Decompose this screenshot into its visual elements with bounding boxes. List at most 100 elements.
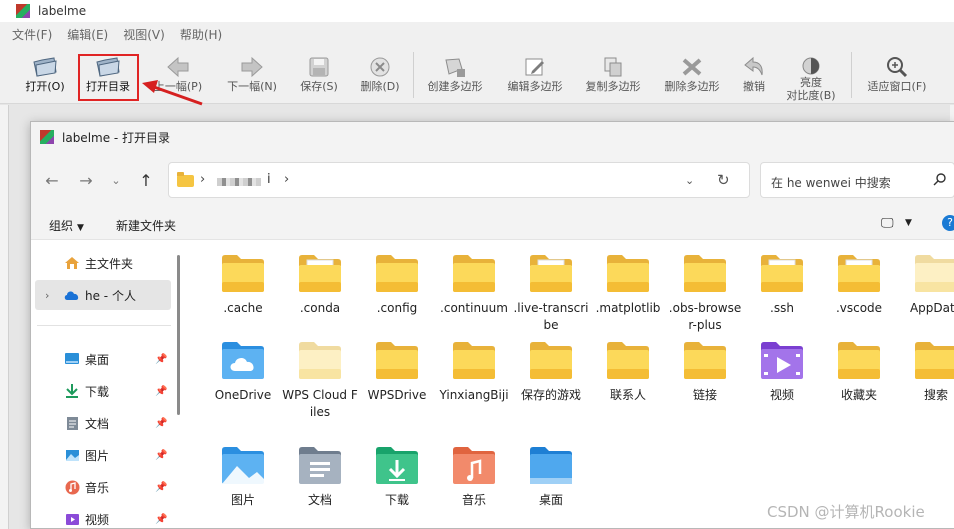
organize-menu[interactable]: 组织 ▼ — [49, 217, 84, 234]
brightness-label-line1: 亮度 — [800, 76, 822, 89]
command-bar: 组织 ▼ 新建文件夹 🖵 ▼ ? — [31, 208, 954, 240]
sidebar-item-desktop[interactable]: 桌面 📌 — [35, 344, 171, 374]
file-name: .cache — [223, 301, 263, 315]
breadcrumb-current[interactable]: i — [267, 172, 271, 187]
pin-icon[interactable]: 📌 — [155, 482, 167, 493]
folder-icon — [219, 254, 267, 294]
file-item[interactable]: .obs-browser-plus — [667, 254, 743, 334]
file-item[interactable]: .live-transcribe — [513, 254, 589, 334]
copy-icon — [599, 54, 627, 80]
forward-arrow-icon[interactable]: → — [75, 170, 97, 190]
fit-window-button[interactable]: 适应窗口(F) — [862, 48, 932, 102]
folder-icon — [681, 254, 729, 294]
fit-window-label: 适应窗口(F) — [867, 80, 927, 93]
edit-polygon-button[interactable]: 编辑多边形 — [502, 48, 568, 102]
breadcrumb-chevron-icon[interactable]: › — [284, 172, 289, 187]
sidebar-item-music[interactable]: 音乐 📌 — [35, 472, 171, 502]
file-item[interactable]: 搜索 — [898, 341, 954, 404]
sidebar-scrollbar[interactable] — [177, 255, 180, 415]
sidebar-item-downloads[interactable]: 下载 📌 — [35, 376, 171, 406]
back-arrow-icon[interactable]: ← — [41, 170, 63, 190]
pin-icon[interactable]: 📌 — [155, 450, 167, 461]
sidebar-item-label: 桌面 — [85, 352, 110, 367]
menu-view[interactable]: 视图(V) — [123, 26, 165, 43]
file-item[interactable]: 视频 — [744, 341, 820, 404]
menu-file[interactable]: 文件(F) — [12, 26, 52, 43]
open-label: 打开(O) — [25, 80, 65, 93]
file-item[interactable]: AppData — [898, 254, 954, 317]
folder-icon — [373, 254, 421, 294]
file-item[interactable]: 保存的游戏 — [513, 341, 589, 404]
file-item[interactable]: OneDrive — [205, 341, 281, 404]
address-dropdown-icon[interactable]: ⌄ — [685, 174, 694, 187]
pin-icon[interactable]: 📌 — [155, 386, 167, 397]
recent-chevron-down-icon[interactable]: ⌄ — [105, 170, 127, 190]
menu-help[interactable]: 帮助(H) — [180, 26, 222, 43]
file-name: 音乐 — [461, 493, 486, 507]
documents-folder-icon — [296, 446, 344, 486]
create-polygon-button[interactable]: 创建多边形 — [422, 48, 488, 102]
file-item[interactable]: .ssh — [744, 254, 820, 317]
file-item[interactable]: .matplotlib — [590, 254, 666, 317]
delete-button[interactable]: 删除(D) — [354, 48, 406, 102]
open-button[interactable]: 打开(O) — [18, 48, 72, 102]
file-item[interactable]: 图片 — [205, 446, 281, 509]
file-item[interactable]: 音乐 — [436, 446, 512, 509]
new-folder-button[interactable]: 新建文件夹 — [116, 217, 176, 234]
pin-icon[interactable]: 📌 — [155, 514, 167, 525]
file-item[interactable]: 桌面 — [513, 446, 589, 509]
delete-polygon-button[interactable]: 删除多边形 — [658, 48, 726, 102]
folder-icon — [758, 254, 806, 294]
folder-icon — [604, 254, 652, 294]
sidebar-item-documents[interactable]: 文档 📌 — [35, 408, 171, 438]
folder-icon — [912, 341, 954, 381]
delete-label: 删除(D) — [360, 80, 400, 93]
sidebar-item-pictures[interactable]: 图片 📌 — [35, 440, 171, 470]
file-name: .continuum — [440, 301, 508, 315]
navigation-pane: 主文件夹 › he - 个人 桌面 📌 下载 📌 文档 📌 图片 📌 音乐 📌 … — [31, 240, 184, 528]
pin-icon[interactable]: 📌 — [155, 418, 167, 429]
file-item[interactable]: 链接 — [667, 341, 743, 404]
save-button[interactable]: 保存(S) — [294, 48, 344, 102]
menu-edit[interactable]: 编辑(E) — [67, 26, 108, 43]
file-item[interactable]: YinxiangBiji — [436, 341, 512, 404]
expand-chevron-icon[interactable]: › — [45, 289, 49, 302]
file-item[interactable]: 联系人 — [590, 341, 666, 404]
file-item[interactable]: WPSDrive — [359, 341, 435, 404]
file-item[interactable]: WPS Cloud Files — [282, 341, 358, 421]
onedrive-folder-icon — [219, 341, 267, 381]
delete-cross-icon — [678, 54, 706, 80]
sidebar-item-videos[interactable]: 视频 📌 — [35, 504, 171, 528]
help-icon[interactable]: ? — [942, 215, 954, 231]
file-item[interactable]: .conda — [282, 254, 358, 317]
sidebar-item-onedrive-personal[interactable]: › he - 个人 — [35, 280, 171, 310]
file-item[interactable]: 文档 — [282, 446, 358, 509]
open-dir-highlight-box — [78, 54, 139, 101]
copy-polygon-button[interactable]: 复制多边形 — [580, 48, 646, 102]
file-item[interactable]: 下载 — [359, 446, 435, 509]
sidebar-item-label: 图片 — [85, 448, 110, 463]
view-caret-down-icon[interactable]: ▼ — [905, 218, 912, 228]
pin-icon[interactable]: 📌 — [155, 354, 167, 365]
file-item[interactable]: .config — [359, 254, 435, 317]
onedrive-cloud-icon — [64, 287, 80, 303]
file-item[interactable]: .vscode — [821, 254, 897, 317]
refresh-icon[interactable]: ↻ — [717, 171, 730, 189]
file-item[interactable]: .cache — [205, 254, 281, 317]
file-name: 视频 — [769, 388, 794, 402]
sidebar-item-home[interactable]: 主文件夹 — [35, 248, 171, 278]
file-name: 桌面 — [538, 493, 563, 507]
up-arrow-icon[interactable]: ↑ — [135, 170, 157, 190]
file-name: 收藏夹 — [840, 388, 877, 402]
navigation-bar: ← → ⌄ ↑ › i › ⌄ ↻ 在 he wenwei 中搜索 — [31, 152, 954, 208]
brightness-contrast-button[interactable]: 亮度 对比度(B) — [780, 48, 842, 102]
menubar: 文件(F) 编辑(E) 视图(V) 帮助(H) — [0, 22, 954, 46]
next-image-button[interactable]: 下一幅(N) — [222, 48, 282, 102]
view-mode-icon[interactable]: 🖵 — [881, 216, 894, 231]
address-bar[interactable]: › i › ⌄ ↻ — [168, 162, 750, 198]
undo-button[interactable]: 撤销 — [736, 48, 772, 102]
file-item[interactable]: .continuum — [436, 254, 512, 317]
search-input[interactable]: 在 he wenwei 中搜索 — [760, 162, 954, 198]
file-item[interactable]: 收藏夹 — [821, 341, 897, 404]
delete-circle-icon — [366, 54, 394, 80]
